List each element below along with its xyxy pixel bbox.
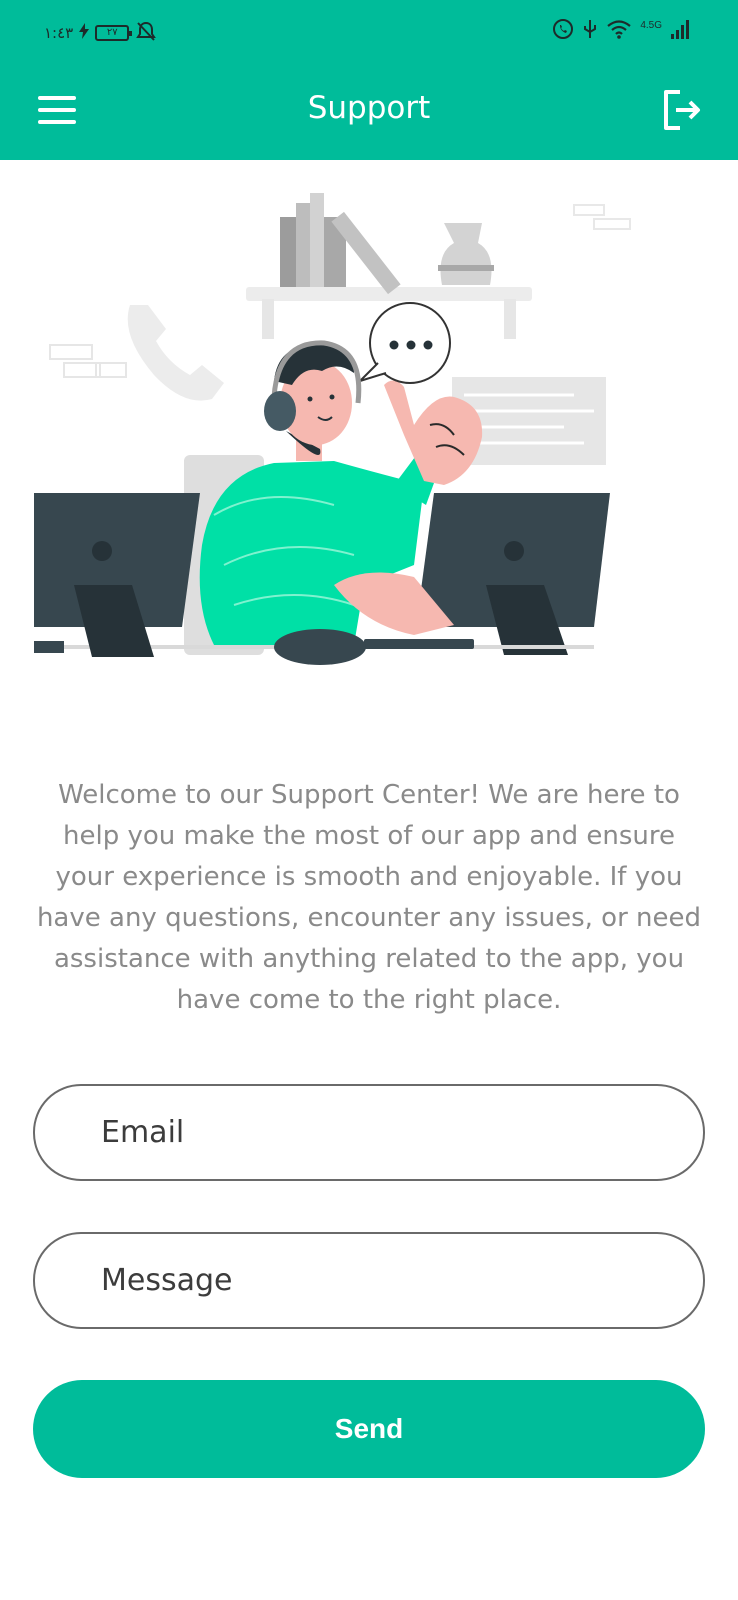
battery-icon: ٢٧	[95, 25, 133, 41]
status-left: ١:٤٣ ٢٧	[44, 20, 157, 46]
app-header: ١:٤٣ ٢٧ 4.5G Support	[0, 0, 738, 160]
signal-icon	[670, 18, 692, 44]
app-bar: Support	[0, 62, 738, 160]
status-bar: ١:٤٣ ٢٧ 4.5G	[0, 0, 738, 62]
usb-icon	[582, 18, 598, 44]
welcome-text: Welcome to our Support Center! We are he…	[36, 780, 702, 1015]
email-input[interactable]	[101, 1115, 703, 1150]
status-right: 4.5G	[552, 18, 692, 44]
page-title: Support	[307, 90, 431, 126]
message-input[interactable]	[101, 1263, 703, 1298]
wifi-icon	[606, 18, 632, 44]
email-field[interactable]	[33, 1084, 705, 1181]
logout-icon[interactable]	[660, 88, 704, 132]
support-agent-illustration	[34, 185, 674, 675]
status-time: ١:٤٣	[44, 24, 74, 42]
send-button[interactable]: Send	[33, 1380, 705, 1478]
whatsapp-icon	[552, 18, 574, 44]
message-field[interactable]	[33, 1232, 705, 1329]
mute-bell-icon	[135, 20, 157, 46]
network-type: 4.5G	[640, 19, 662, 31]
charging-icon	[79, 23, 90, 43]
